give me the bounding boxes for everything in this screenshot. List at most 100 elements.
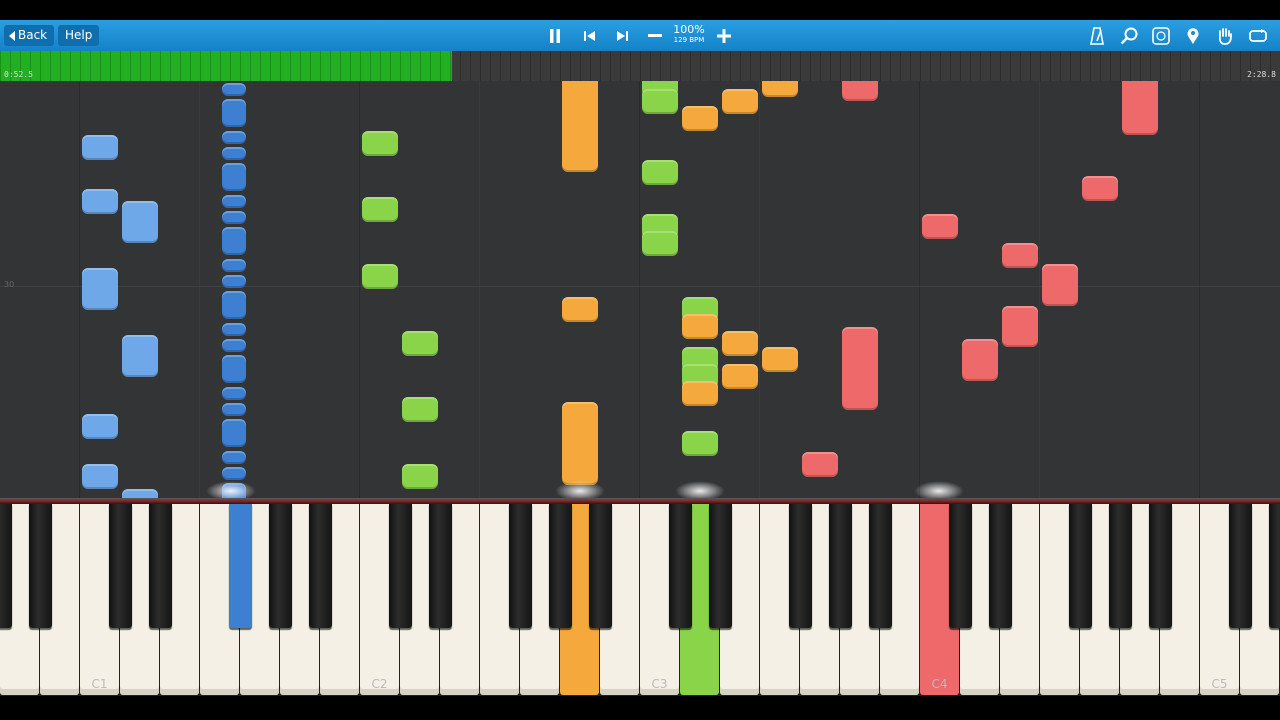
note-block [1002,243,1038,269]
note-block [82,414,118,440]
black-key[interactable] [829,504,852,628]
falling-notes-area: 30 [0,81,1280,498]
skip-back-icon [584,30,595,41]
black-key[interactable] [1109,504,1132,628]
progress-fill [0,51,452,81]
black-key[interactable] [869,504,892,628]
note-block [642,159,678,185]
measure-line [0,286,1280,287]
black-key[interactable] [989,504,1012,628]
hand-icon [1218,27,1232,45]
hand-button[interactable] [1214,20,1236,51]
note-hit-glow [675,481,725,498]
progress-bar[interactable]: 0:52.5 2:28.8 [0,51,1280,81]
note-hit-glow [206,481,256,498]
black-key[interactable] [29,504,52,628]
key-label: C2 [371,677,388,691]
toolbar: Back Help 100% 129 BPM [0,20,1280,51]
note-block [842,81,878,102]
back-button[interactable]: Back [4,25,55,46]
note-block [222,147,246,160]
note-block [222,211,246,224]
note-block [562,297,598,323]
note-block [222,83,246,96]
skip-forward-button[interactable] [612,20,632,51]
note-block [842,326,878,410]
speed-up-button[interactable] [714,20,734,51]
gridline [759,81,760,498]
black-key[interactable] [389,504,412,628]
note-block [682,314,718,340]
black-key[interactable] [109,504,132,628]
search-button[interactable] [1118,20,1140,51]
note-block [222,355,246,383]
key-label: C4 [931,677,948,691]
black-key[interactable] [949,504,972,628]
black-key[interactable] [1269,504,1280,628]
note-block [682,430,718,456]
black-key[interactable] [789,504,812,628]
gridline [1199,81,1200,498]
gridline [1039,81,1040,498]
search-icon [1120,27,1138,44]
help-button[interactable]: Help [58,25,100,46]
black-key[interactable] [309,504,332,628]
speed-percent: 100% [673,23,705,36]
pause-button[interactable] [544,20,566,51]
black-key[interactable] [589,504,612,628]
note-block [222,195,246,208]
gridline [199,81,200,498]
black-key[interactable] [229,504,252,628]
note-block [362,197,398,223]
note-block [82,134,118,160]
note-block [402,330,438,356]
note-hit-glow [555,481,605,498]
black-key[interactable] [0,504,12,628]
plus-icon [717,28,731,43]
note-block [222,163,246,191]
note-block [222,275,246,288]
note-block [122,201,158,244]
black-key[interactable] [149,504,172,628]
note-block [122,334,158,377]
note-block [562,401,598,485]
note-block [722,330,758,356]
loop-button[interactable] [1246,20,1270,51]
black-key[interactable] [429,504,452,628]
note-block [762,81,798,98]
key-label: C5 [1211,677,1228,691]
note-block [682,105,718,131]
note-block [722,88,758,114]
black-key[interactable] [1229,504,1252,628]
gridline [639,81,640,498]
skip-back-button[interactable] [580,20,600,51]
note-block [222,323,246,336]
note-block [82,188,118,214]
note-block [562,81,598,173]
note-block [222,99,246,127]
black-key[interactable] [509,504,532,628]
note-block [222,291,246,319]
note-block [642,230,678,256]
bookmark-button[interactable] [1182,20,1204,51]
note-block [82,464,118,490]
speed-down-button[interactable] [645,20,665,51]
skip-forward-icon [617,30,628,41]
speed-readout: 100% 129 BPM [666,24,712,45]
note-block [1002,305,1038,348]
black-key[interactable] [1149,504,1172,628]
black-key[interactable] [1069,504,1092,628]
letterbox-bottom [0,696,1280,720]
piano-keyboard: C1 C2 C3 C4 C5 [0,504,1280,696]
note-block [222,467,246,480]
key-label: C3 [651,677,668,691]
black-key[interactable] [549,504,572,628]
key-labels-button[interactable] [1150,20,1172,51]
metronome-button[interactable] [1086,20,1108,51]
black-key[interactable] [709,504,732,628]
note-block [762,347,798,373]
black-key[interactable] [669,504,692,628]
black-key[interactable] [269,504,292,628]
note-block [402,397,438,423]
location-pin-icon [1187,27,1199,44]
